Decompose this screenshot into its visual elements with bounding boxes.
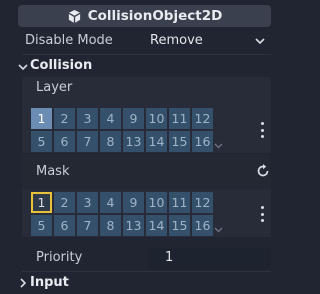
layer-bit-cell[interactable]: 10 bbox=[146, 108, 167, 129]
input-section-header[interactable]: Input bbox=[18, 274, 271, 294]
inspector-header: CollisionObject2D bbox=[18, 5, 271, 27]
mask-bit-cell[interactable]: 9 bbox=[123, 192, 144, 213]
disable-mode-value: Remove bbox=[150, 33, 203, 48]
collision-section-header[interactable]: Collision bbox=[18, 56, 271, 76]
layer-bit-cell[interactable]: 16 bbox=[192, 131, 213, 152]
layer-menu-icon[interactable] bbox=[260, 122, 264, 138]
mask-bit-cell[interactable]: 16 bbox=[192, 215, 213, 236]
collision-section-title: Collision bbox=[30, 58, 93, 73]
node-cube-icon bbox=[68, 9, 81, 23]
layer-bit-cell[interactable]: 3 bbox=[77, 108, 98, 129]
layer-bit-cell[interactable]: 2 bbox=[54, 108, 75, 129]
mask-bit-cell[interactable]: 14 bbox=[146, 215, 167, 236]
mask-bit-cell[interactable]: 4 bbox=[100, 192, 121, 213]
mask-bit-cell[interactable]: 15 bbox=[169, 215, 190, 236]
layer-bit-cell[interactable]: 15 bbox=[169, 131, 190, 152]
mask-menu-icon[interactable] bbox=[260, 206, 264, 222]
layer-bit-cell[interactable]: 11 bbox=[169, 108, 190, 129]
mask-bit-cell[interactable]: 7 bbox=[77, 215, 98, 236]
layer-bit-cell[interactable]: 14 bbox=[146, 131, 167, 152]
layer-bit-cell[interactable]: 7 bbox=[77, 131, 98, 152]
disable-mode-label: Disable Mode bbox=[25, 33, 113, 48]
mask-bit-cell[interactable]: 5 bbox=[31, 215, 52, 236]
mask-bit-cell[interactable]: 10 bbox=[146, 192, 167, 213]
priority-spinbox[interactable]: 1 bbox=[148, 247, 271, 269]
divider bbox=[22, 54, 271, 55]
layer-label: Layer bbox=[36, 80, 73, 95]
mask-bit-cell[interactable]: 13 bbox=[123, 215, 144, 236]
mask-bit-cell[interactable]: 2 bbox=[54, 192, 75, 213]
mask-bit-cell[interactable]: 12 bbox=[192, 192, 213, 213]
mask-label: Mask bbox=[36, 164, 70, 179]
layer-grid-left: 1 2 3 4 5 6 7 8 bbox=[31, 108, 121, 152]
mask-grid-right: 9 10 11 12 13 14 15 16 bbox=[123, 192, 213, 236]
input-section-title: Input bbox=[30, 275, 69, 290]
mask-bit-cell[interactable]: 1 bbox=[31, 192, 52, 213]
layer-bit-cell[interactable]: 12 bbox=[192, 108, 213, 129]
mask-bit-cell[interactable]: 11 bbox=[169, 192, 190, 213]
layer-bit-cell[interactable]: 1 bbox=[31, 108, 52, 129]
layer-bit-cell[interactable]: 8 bbox=[100, 131, 121, 152]
layer-bit-cell[interactable]: 4 bbox=[100, 108, 121, 129]
divider bbox=[22, 271, 271, 272]
mask-bit-cell[interactable]: 3 bbox=[77, 192, 98, 213]
layer-bit-cell[interactable]: 5 bbox=[31, 131, 52, 152]
layer-bit-cell[interactable]: 9 bbox=[123, 108, 144, 129]
chevron-down-icon bbox=[18, 64, 28, 71]
inspector-title: CollisionObject2D bbox=[87, 8, 223, 24]
expand-layers-icon[interactable] bbox=[214, 143, 223, 149]
mask-grid-left: 1 2 3 4 5 6 7 8 bbox=[31, 192, 121, 236]
priority-label: Priority bbox=[36, 250, 83, 265]
chevron-right-icon bbox=[20, 278, 27, 288]
mask-bit-cell[interactable]: 8 bbox=[100, 215, 121, 236]
layer-bit-cell[interactable]: 13 bbox=[123, 131, 144, 152]
priority-value: 1 bbox=[165, 250, 174, 265]
layer-bit-cell[interactable]: 6 bbox=[54, 131, 75, 152]
revert-icon[interactable] bbox=[256, 164, 270, 178]
expand-mask-icon[interactable] bbox=[214, 227, 223, 233]
chevron-down-icon bbox=[255, 38, 265, 45]
layer-grid-right: 9 10 11 12 13 14 15 16 bbox=[123, 108, 213, 152]
disable-mode-dropdown[interactable]: Remove bbox=[148, 30, 271, 52]
mask-bit-cell[interactable]: 6 bbox=[54, 215, 75, 236]
